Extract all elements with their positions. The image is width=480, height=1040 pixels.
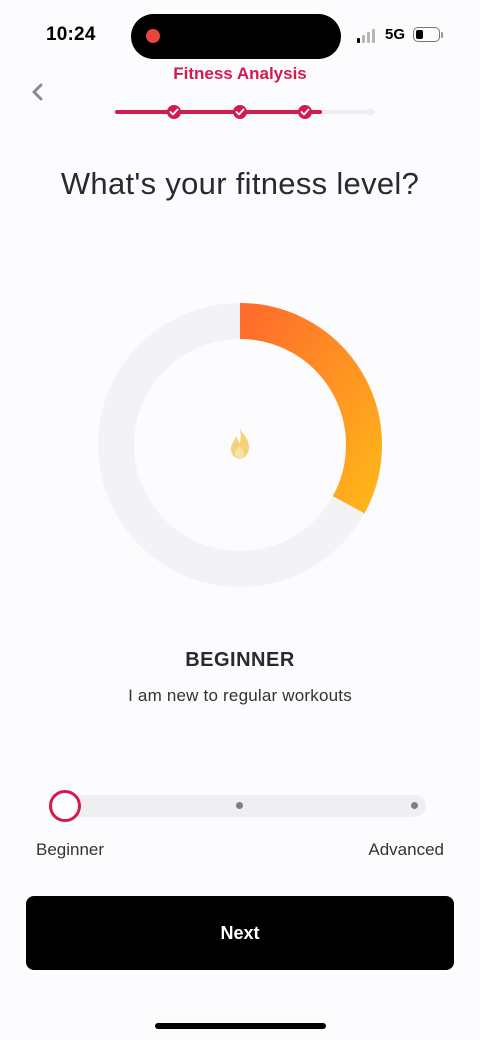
battery-nub — [441, 32, 443, 38]
gauge-fill — [239, 303, 382, 514]
slider-stop-dot — [411, 802, 418, 809]
slider-max-label: Advanced — [368, 840, 444, 859]
level-description: I am new to regular workouts — [128, 686, 352, 705]
step-complete-icon — [167, 105, 181, 119]
next-button[interactable]: Next — [26, 896, 454, 970]
recording-indicator-icon — [146, 29, 160, 43]
status-time: 10:24 — [46, 24, 96, 45]
signal-icon — [357, 29, 379, 43]
level-name: BEGINNER — [185, 649, 295, 671]
dynamic-island — [131, 14, 341, 59]
network-type: 5G — [385, 26, 406, 43]
battery-icon — [413, 27, 440, 42]
page-title: Fitness Analysis — [173, 64, 307, 83]
home-indicator — [155, 1023, 326, 1029]
slider-stop-dot — [236, 802, 243, 809]
slider-thumb[interactable] — [49, 790, 81, 822]
step-complete-icon — [298, 105, 312, 119]
flame-icon — [231, 428, 249, 459]
fitness-level-gauge — [98, 303, 382, 587]
step-complete-icon — [233, 105, 247, 119]
question-heading: What's your fitness level? — [60, 166, 420, 201]
step-pending-dot — [366, 108, 374, 116]
slider-min-label: Beginner — [36, 840, 105, 859]
step-progress-bar — [115, 105, 375, 119]
